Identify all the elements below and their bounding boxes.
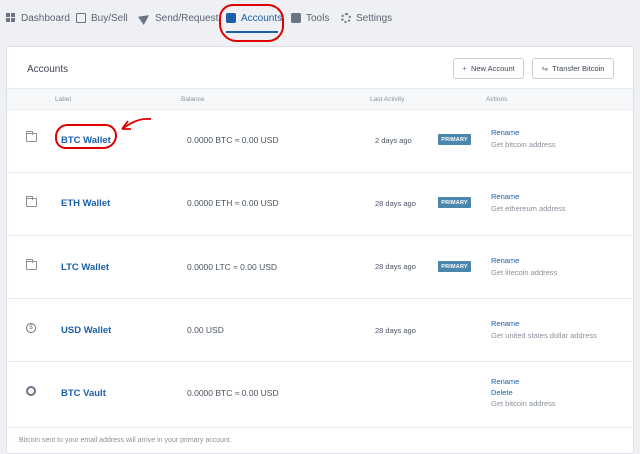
delete-link[interactable]: Delete — [491, 388, 513, 397]
accounts-annotation-circle — [219, 4, 284, 42]
nav-send-request-label: Send/Request — [155, 12, 219, 24]
transfer-bitcoin-button[interactable]: ⇋ Transfer Bitcoin — [532, 58, 614, 79]
last-activity: 28 days ago — [375, 199, 416, 208]
account-name-link[interactable]: ETH Wallet — [61, 198, 110, 209]
nav-send-request[interactable]: Send/Request — [138, 10, 219, 26]
rename-link[interactable]: Rename — [491, 377, 519, 386]
last-activity: 2 days ago — [375, 136, 412, 145]
rename-link[interactable]: Rename — [491, 192, 519, 201]
account-balance: 0.00 USD — [187, 325, 224, 335]
nav-dashboard-label: Dashboard — [21, 12, 70, 24]
header-actions: Actions — [486, 96, 508, 103]
nav-settings-label: Settings — [356, 12, 393, 24]
folder-icon — [26, 131, 37, 142]
dollar-coin-icon: $ — [26, 323, 36, 333]
account-name-link[interactable]: BTC Vault — [61, 388, 106, 399]
get-address-link[interactable]: Get bitcoin address — [491, 140, 556, 149]
new-account-label: New Account — [470, 64, 515, 73]
folder-icon — [26, 196, 37, 207]
account-name-link[interactable]: USD Wallet — [61, 325, 111, 336]
get-address-link[interactable]: Get litecoin address — [491, 268, 557, 277]
btc-wallet-annotation-circle — [55, 124, 117, 149]
plus-icon: + — [462, 64, 467, 73]
accounts-panel: Accounts + New Account ⇋ Transfer Bitcoi… — [6, 46, 634, 454]
nav-tools-label: Tools — [306, 12, 330, 24]
account-balance: 0.0000 ETH ≈ 0.00 USD — [187, 198, 279, 208]
get-address-link[interactable]: Get united states dollar address — [491, 331, 597, 340]
nav-buy-sell[interactable]: Buy/Sell — [76, 10, 128, 26]
table-row: ETH Wallet 0.0000 ETH ≈ 0.00 USD 28 days… — [7, 173, 633, 236]
footer-note: Bitcoin sent to your email address will … — [19, 437, 232, 444]
annotation-arrow-icon — [121, 117, 152, 130]
primary-badge: PRIMARY — [438, 134, 471, 145]
vault-icon — [26, 386, 36, 396]
toolbox-icon — [291, 13, 301, 23]
transfer-bitcoin-label: Transfer Bitcoin — [552, 64, 605, 73]
table-row: LTC Wallet 0.0000 LTC ≈ 0.00 USD 28 days… — [7, 236, 633, 299]
header-balance: Balance — [181, 96, 205, 103]
nav-dashboard[interactable]: Dashboard — [6, 10, 70, 26]
send-icon — [138, 11, 152, 25]
account-balance: 0.0000 LTC ≈ 0.00 USD — [187, 262, 278, 272]
header-label: Label — [55, 96, 71, 103]
get-address-link[interactable]: Get ethereum address — [491, 204, 566, 213]
nav-settings[interactable]: Settings — [341, 10, 392, 26]
transfer-icon: ⇋ — [541, 64, 549, 73]
nav-tools[interactable]: Tools — [291, 10, 329, 26]
get-address-link[interactable]: Get bitcoin address — [491, 399, 556, 408]
new-account-button[interactable]: + New Account — [453, 58, 524, 79]
last-activity: 28 days ago — [375, 262, 416, 271]
table-row: BTC Vault 0.0000 BTC ≈ 0.00 USD Rename D… — [7, 362, 633, 428]
folder-icon — [26, 259, 37, 270]
table-row: $ USD Wallet 0.00 USD 28 days ago Rename… — [7, 299, 633, 362]
rename-link[interactable]: Rename — [491, 128, 519, 137]
account-name-link[interactable]: LTC Wallet — [61, 262, 109, 273]
panel-title: Accounts — [27, 64, 69, 75]
primary-badge: PRIMARY — [438, 261, 471, 272]
top-nav: Dashboard Buy/Sell Send/Request Accounts… — [0, 0, 640, 42]
account-balance: 0.0000 BTC ≈ 0.00 USD — [187, 135, 279, 145]
rename-link[interactable]: Rename — [491, 256, 519, 265]
account-balance: 0.0000 BTC ≈ 0.00 USD — [187, 388, 279, 398]
last-activity: 28 days ago — [375, 326, 416, 335]
cart-icon — [76, 13, 86, 23]
gear-icon — [341, 13, 351, 23]
dashboard-icon — [6, 13, 16, 23]
primary-badge: PRIMARY — [438, 197, 471, 208]
rename-link[interactable]: Rename — [491, 319, 519, 328]
table-header: Label Balance Last Activity Actions — [7, 88, 633, 110]
header-last-activity: Last Activity — [370, 96, 405, 103]
nav-buy-sell-label: Buy/Sell — [91, 12, 128, 24]
